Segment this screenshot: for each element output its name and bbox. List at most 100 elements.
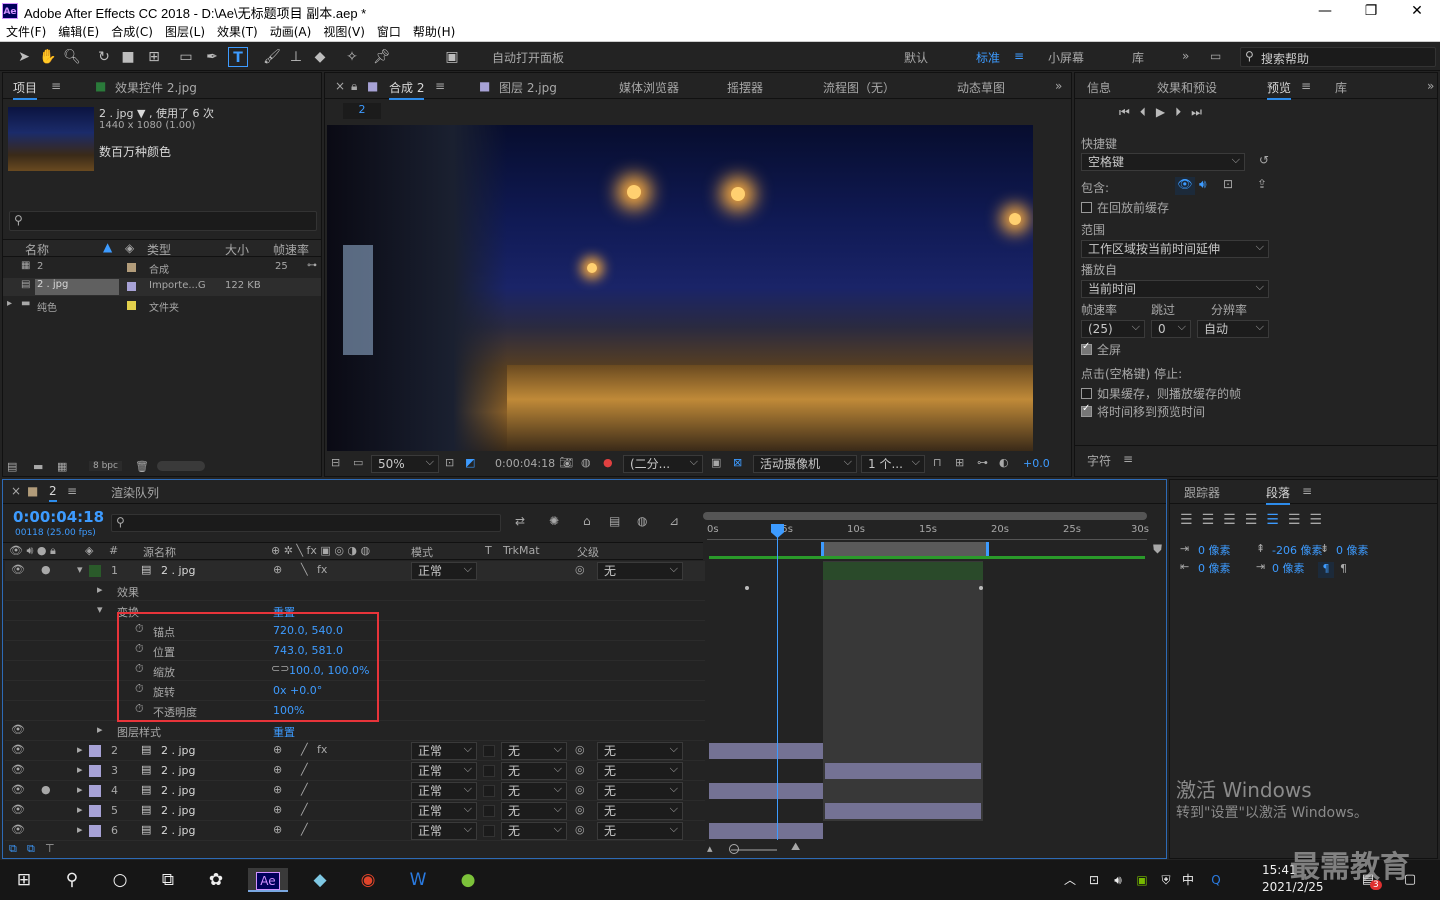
current-time-display[interactable]: 0:00:04:18 [495,457,555,470]
trkmat-dropdown[interactable]: 无 [501,821,567,840]
menu-effect[interactable]: 效果(T) [217,22,258,42]
layer-row-1[interactable]: 👁︎ ● ▾ 1 ▤ 2 . jpg ⊕ ╲ fx 正常 ◎ 无 [5,561,705,581]
work-area-bar[interactable] [709,556,1145,559]
col-trkmat[interactable]: TrkMat [503,544,540,557]
parent-dropdown[interactable]: 无 [597,561,683,580]
mode-dropdown[interactable]: 正常 [411,561,477,580]
justify-all-icon[interactable]: ☰ [1309,512,1331,528]
brush-tool-icon[interactable]: 🖌︎ [262,47,282,67]
layer2-bar[interactable] [709,743,823,759]
quality-switch-icon[interactable]: ╱ [301,823,308,836]
layer-row[interactable]: 👁︎ ▸ 6 ▤ 2 . jpg ⊕ ╱ 正常 无 ◎ 无 [5,821,705,841]
project-item-footage[interactable]: ▤ 2 . jpg Importe...G 122 KB [3,278,321,296]
frame-blending-icon[interactable]: ▤ [609,514,620,528]
wps-icon[interactable]: W [406,868,430,892]
pick-whip-icon[interactable]: ◎ [575,783,585,796]
cortana-icon[interactable]: ○ [108,868,132,892]
shy-switch-icon[interactable]: ⊕ [273,823,282,836]
pick-whip-icon[interactable]: ◎ [575,763,585,776]
parent-dropdown[interactable]: 无 [597,741,683,760]
type-tool-icon[interactable]: T [228,47,248,67]
expand-arrow-icon[interactable]: ▸ [77,763,83,776]
export-icon[interactable]: ⇪ [1257,177,1267,191]
thumbnail-size-slider[interactable] [157,461,205,471]
motion-blur-icon[interactable]: ◍ [637,514,647,528]
visibility-eye-icon[interactable]: 👁︎ [11,823,25,836]
resolution-dropdown[interactable]: (二分... [623,454,703,473]
snapshot-icon[interactable]: 📷︎ [559,456,573,469]
trkmat-dropdown[interactable]: 无 [501,781,567,800]
play-icon[interactable]: ▶ [1156,105,1165,119]
always-preview-icon[interactable]: ⊟ [331,456,340,469]
layer-name[interactable]: 2 . jpg [161,564,196,577]
solo-icon[interactable]: ● [41,563,51,576]
ltr-direction-icon[interactable]: ¶ [1318,562,1334,578]
prev-frame-icon[interactable]: ⏴ [1140,105,1146,119]
after-effects-taskbar-icon[interactable]: Ae [248,868,288,892]
toggle-pixel-icon[interactable]: ⊓ [933,456,942,469]
timeline-menu-icon[interactable]: ≡ [67,484,77,498]
collapse-arrow-icon[interactable]: ▾ [97,603,103,616]
volume-icon[interactable]: 🔊︎ [1106,868,1130,892]
expand-arrow-icon[interactable]: ▸ [77,743,83,756]
layer3-bar[interactable] [825,763,981,779]
tab-flowchart[interactable]: 流程图（无） [823,79,895,96]
parent-dropdown[interactable]: 无 [597,761,683,780]
label-color[interactable] [89,785,101,797]
tab-effect-controls[interactable]: 效果控件 2.jpg [115,79,197,96]
visibility-eye-icon[interactable]: 👁︎ [11,743,25,756]
mode-dropdown[interactable]: 正常 [411,801,477,820]
visibility-eye-icon[interactable]: 👁︎ [11,763,25,776]
cache-before-checkbox[interactable] [1081,202,1092,213]
collapse-arrow-icon[interactable]: ▾ [77,563,83,576]
new-folder-icon[interactable]: ▬ [33,460,43,473]
preserve-transparency-checkbox[interactable] [483,825,495,837]
fast-preview-icon[interactable]: ⊠ [733,456,742,469]
camera-dropdown[interactable]: 活动摄像机 [753,454,857,473]
project-search-input[interactable]: ⚲ [9,211,317,231]
fx-switch-icon[interactable]: fx [317,563,327,576]
zoom-slider-handle[interactable] [729,844,739,854]
paragraph-menu-icon[interactable]: ≡ [1302,484,1312,498]
overlay-toggle-icon[interactable]: ⊡ [1223,177,1233,191]
new-comp-icon[interactable]: ▦ [57,460,67,473]
shy-layers-icon[interactable]: ⌂ [583,514,591,528]
layer-row[interactable]: 👁︎ ▸ 3 ▤ 2 . jpg ⊕ ╱ 正常 无 ◎ 无 [5,761,705,781]
pinwheel-app-icon[interactable]: ✿ [204,868,228,892]
lock-icon[interactable]: 🔒︎ [351,79,357,94]
justify-last-right-icon[interactable]: ☰ [1288,512,1310,528]
security-icon[interactable]: ⛨ [1154,868,1178,892]
file-manager-icon[interactable]: ◆ [308,868,332,892]
parent-dropdown[interactable]: 无 [597,821,683,840]
solo-icon[interactable]: ● [41,783,51,796]
ime-indicator[interactable]: 中 [1176,868,1200,892]
tab-media-browser[interactable]: 媒体浏览器 [619,79,679,96]
workspace-small-screen[interactable]: 小屏幕 [1048,49,1084,66]
tab-layer[interactable]: 图层 2.jpg [499,79,557,96]
parent-dropdown[interactable]: 无 [597,801,683,820]
layer-name[interactable]: 2 . jpg [161,824,196,837]
current-time-indicator[interactable] [777,524,778,840]
workspace-more-icon[interactable]: » [1182,49,1189,63]
col-type[interactable]: 类型 [147,241,171,258]
layer-row[interactable]: 👁︎ ▸ 2 ▤ 2 . jpg ⊕ ╱ 正常 无 ◎ 无 fx [5,741,705,761]
zoom-dropdown[interactable]: 50% [371,454,439,473]
fit-icon[interactable]: ⊡ [445,456,454,469]
fullscreen-checkbox[interactable] [1081,341,1092,355]
nvidia-icon[interactable]: ▣ [1130,868,1154,892]
layer4-bar[interactable] [709,783,823,799]
menu-edit[interactable]: 编辑(E) [58,22,99,42]
menu-window[interactable]: 窗口 [377,22,401,42]
zoom-tool-icon[interactable]: 🔍︎ [62,47,82,67]
space-after-value[interactable]: 0 像素 [1272,560,1305,576]
preserve-transparency-checkbox[interactable] [483,745,495,757]
workspace-library[interactable]: 库 [1132,49,1144,66]
reset-icon[interactable]: ↺ [1259,153,1269,167]
network-icon[interactable]: ⊡ [1082,868,1106,892]
col-parent[interactable]: 父级 [577,544,599,560]
comp-breadcrumb[interactable]: 2 [343,103,381,119]
col-fps[interactable]: 帧速率 [273,241,309,258]
visibility-eye-icon[interactable]: 👁︎ [11,783,25,796]
pen-tool-icon[interactable]: ✒ [202,47,222,67]
trkmat-dropdown[interactable]: 无 [501,741,567,760]
